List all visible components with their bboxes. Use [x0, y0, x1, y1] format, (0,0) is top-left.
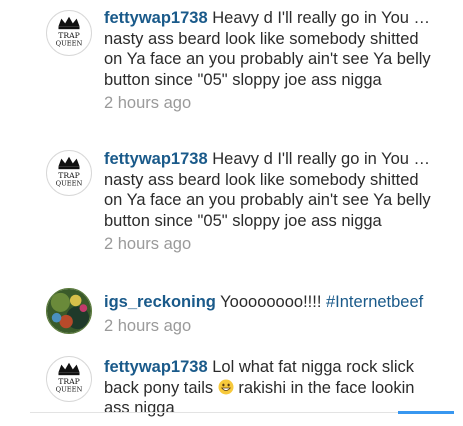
avatar[interactable] [46, 288, 92, 334]
comment-text: Yoooooooo!!!! [220, 293, 326, 311]
avatar[interactable]: TRAP QUEEN [46, 10, 92, 56]
avatar[interactable]: TRAP QUEEN [46, 356, 92, 402]
hashtag-link[interactable]: #Internetbeef [326, 293, 423, 311]
avatar[interactable]: TRAP QUEEN [46, 150, 92, 196]
comment-username[interactable]: igs_reckoning [104, 293, 216, 311]
comment-username[interactable]: fettywap1738 [104, 9, 208, 27]
svg-text:TRAP: TRAP [58, 171, 80, 180]
scroll-indicator [398, 411, 454, 414]
colorful-photo-icon [47, 289, 91, 333]
trap-queen-logo-icon: TRAP QUEEN [56, 16, 83, 47]
svg-text:QUEEN: QUEEN [56, 385, 83, 393]
svg-text:QUEEN: QUEEN [56, 39, 83, 47]
comment-timestamp: 2 hours ago [104, 235, 192, 253]
svg-text:TRAP: TRAP [58, 377, 80, 386]
trap-queen-logo-icon: TRAP QUEEN [56, 362, 83, 393]
comment-timestamp: 2 hours ago [104, 316, 192, 335]
svg-text:TRAP: TRAP [58, 31, 80, 40]
comment-username[interactable]: fettywap1738 [104, 358, 208, 376]
comment-timestamp: 2 hours ago [104, 94, 192, 112]
grinning-face-icon [218, 379, 234, 394]
comment-username[interactable]: fettywap1738 [104, 150, 208, 168]
divider [30, 412, 430, 413]
trap-queen-logo-icon: TRAP QUEEN [56, 156, 83, 187]
svg-text:QUEEN: QUEEN [56, 179, 83, 187]
